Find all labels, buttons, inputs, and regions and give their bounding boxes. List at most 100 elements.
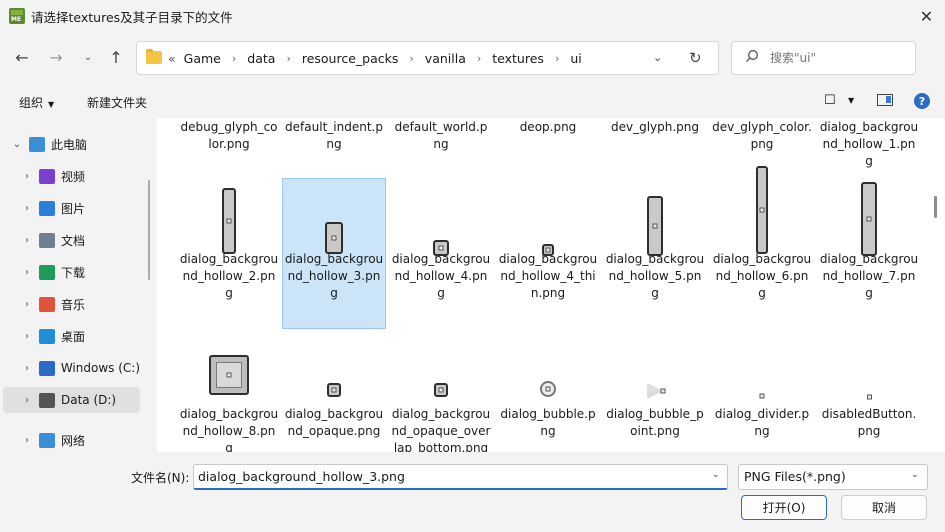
sidebar-item[interactable]: › 下载 <box>3 259 140 285</box>
app-icon: ME <box>9 8 25 24</box>
file-name: disabledButton.png <box>821 407 917 438</box>
file-thumbnail <box>818 118 920 119</box>
chevron-right-icon[interactable]: › <box>232 52 236 65</box>
up-button[interactable]: ↑ <box>103 44 129 70</box>
chevron-down-icon[interactable]: ⌄ <box>653 51 662 64</box>
sidebar-item[interactable]: › Data (D:) <box>3 387 140 413</box>
preview-pane-icon[interactable] <box>877 94 893 106</box>
chevron-right-icon[interactable]: › <box>409 52 413 65</box>
file-name: dialog_background_hollow_4_thin.png <box>498 252 598 300</box>
file-item[interactable]: default_world.png <box>389 118 493 186</box>
file-thumbnail <box>604 334 706 406</box>
chevron-right-icon[interactable]: › <box>477 52 481 65</box>
file-item[interactable]: dialog_divider.png <box>710 333 814 452</box>
help-icon[interactable]: ? <box>914 93 930 109</box>
scrollbar-thumb[interactable] <box>934 196 937 218</box>
sidebar-item-label: 视频 <box>61 169 86 184</box>
sidebar-item[interactable]: › 音乐 <box>3 291 140 317</box>
chevron-right-icon[interactable]: › <box>286 52 290 65</box>
chevron-right-icon[interactable]: › <box>17 267 37 278</box>
caret-down-icon[interactable]: ▼ <box>848 96 854 105</box>
back-button[interactable]: ← <box>9 44 35 70</box>
file-name: dev_glyph_color.png <box>712 120 812 151</box>
filename-combobox[interactable]: ⌄ <box>193 464 728 490</box>
chevron-right-icon[interactable]: › <box>17 203 37 214</box>
file-item[interactable]: disabledButton.png <box>817 333 921 452</box>
file-thumbnail <box>390 334 492 406</box>
file-item[interactable]: dialog_background_hollow_4_thin.png <box>496 178 600 318</box>
file-thumbnail <box>497 334 599 406</box>
sidebar-item[interactable]: ⌄ 此电脑 <box>3 131 140 157</box>
chevron-down-icon[interactable]: ⌄ <box>7 139 27 150</box>
file-name: dialog_background_hollow_1.png <box>819 120 919 168</box>
file-item[interactable]: dialog_background_hollow_1.png <box>817 118 921 186</box>
file-item[interactable]: debug_glyph_color.png <box>177 118 281 186</box>
refresh-icon[interactable]: ↻ <box>689 49 702 67</box>
breadcrumb-item[interactable]: ui <box>570 51 581 66</box>
file-item[interactable]: dialog_background_hollow_6.png <box>710 166 814 318</box>
file-item[interactable]: dev_glyph.png <box>603 118 707 186</box>
file-item[interactable]: dialog_background_hollow_5.png <box>603 178 707 318</box>
chevron-down-icon: ⌄ <box>83 51 93 63</box>
address-bar[interactable]: « Game › data › resource_packs › vanilla… <box>136 41 719 75</box>
chevron-right-icon[interactable]: › <box>17 331 37 342</box>
view-icon[interactable]: ☐ <box>824 93 836 108</box>
vertical-scrollbar[interactable] <box>932 118 945 452</box>
recent-locations-button[interactable]: ⌄ <box>75 44 101 70</box>
sidebar-item[interactable]: › 网络 <box>3 427 140 453</box>
network-icon <box>39 432 55 448</box>
open-button[interactable]: 打开(O) <box>741 495 827 520</box>
file-item[interactable]: default_indent.png <box>282 118 386 186</box>
sidebar-item[interactable]: › 视频 <box>3 163 140 189</box>
pictures-icon <box>39 200 55 216</box>
search-input[interactable] <box>770 51 910 65</box>
file-thumbnail <box>283 179 385 254</box>
new-folder-button[interactable]: 新建文件夹 <box>87 94 147 111</box>
filename-input[interactable] <box>198 469 698 484</box>
search-box[interactable] <box>731 41 916 75</box>
sidebar-item-label: Windows (C:) <box>60 361 140 375</box>
file-item[interactable]: dialog_background_hollow_3.png <box>282 178 386 329</box>
file-list: debug_glyph_color.png default_indent.png d… <box>157 118 932 452</box>
sidebar-item[interactable]: › 图片 <box>3 195 140 221</box>
chevron-down-icon[interactable]: ⌄ <box>712 470 720 480</box>
sidebar-item[interactable]: › Windows (C:) <box>3 355 140 381</box>
file-item[interactable]: deop.png <box>496 118 600 186</box>
navigation-pane: ⌄ 此电脑 › 视频 › 图片 › 文档 › 下载 › 音乐 › 桌面 › Windows (C:) › Data… <box>0 118 156 452</box>
file-item[interactable]: dialog_background_hollow_2.png <box>177 178 281 318</box>
overflow-icon[interactable]: « <box>168 51 176 66</box>
sidebar-item-label: 下载 <box>61 265 86 280</box>
music-icon <box>39 296 55 312</box>
file-item[interactable]: dialog_bubble_point.png <box>603 333 707 452</box>
computer-icon <box>29 136 45 152</box>
chevron-right-icon[interactable]: › <box>17 171 37 182</box>
file-item[interactable]: dialog_background_hollow_7.png <box>817 178 921 318</box>
file-item[interactable]: dialog_background_hollow_4.png <box>389 178 493 318</box>
chevron-right-icon[interactable]: › <box>17 235 37 246</box>
forward-button[interactable]: → <box>43 44 69 70</box>
breadcrumb-item[interactable]: resource_packs <box>302 51 399 66</box>
chevron-right-icon[interactable]: › <box>17 395 37 406</box>
breadcrumb-item[interactable]: data <box>247 51 275 66</box>
sidebar-item[interactable]: › 桌面 <box>3 323 140 349</box>
filetype-select[interactable]: PNG Files(*.png) ⌄ <box>738 464 928 490</box>
chevron-right-icon[interactable]: › <box>555 52 559 65</box>
breadcrumb-item[interactable]: vanilla <box>425 51 466 66</box>
cancel-button[interactable]: 取消 <box>841 495 927 520</box>
chevron-right-icon[interactable]: › <box>17 299 37 310</box>
close-icon: ✕ <box>919 6 934 26</box>
chevron-right-icon[interactable]: › <box>17 363 37 374</box>
breadcrumb-item[interactable]: textures <box>492 51 544 66</box>
file-thumbnail <box>711 118 813 119</box>
organize-button[interactable]: 组织 ▼ <box>19 94 54 111</box>
sidebar-item[interactable]: › 文档 <box>3 227 140 253</box>
file-item[interactable]: dialog_background_opaque_overlap_bottom.… <box>389 333 493 452</box>
file-item[interactable]: dialog_background_hollow_8.png <box>177 333 281 452</box>
arrow-right-icon: → <box>49 47 63 67</box>
close-button[interactable]: ✕ <box>908 0 945 32</box>
file-item[interactable]: dialog_background_opaque.png <box>282 333 386 452</box>
breadcrumb-item[interactable]: Game <box>184 51 221 66</box>
file-item[interactable]: dialog_bubble.png <box>496 333 600 452</box>
chevron-right-icon[interactable]: › <box>17 435 37 446</box>
sidebar-scrollbar[interactable] <box>148 180 150 280</box>
